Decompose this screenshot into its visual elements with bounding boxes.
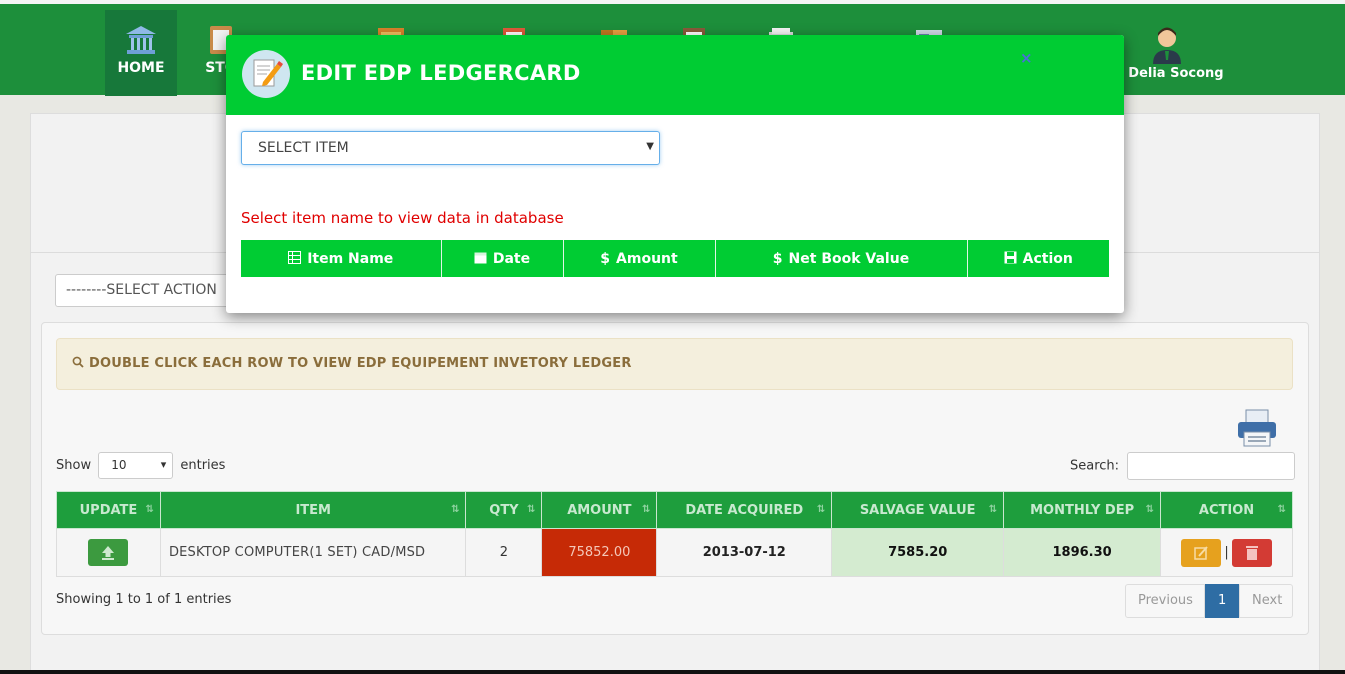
col-qty[interactable]: QTY ⇅ bbox=[465, 491, 543, 529]
item-cell: DESKTOP COMPUTER(1 SET) CAD/MSD bbox=[159, 528, 467, 577]
entries-label: entries bbox=[180, 458, 226, 473]
search-icon bbox=[72, 356, 84, 368]
sort-icon: ⇅ bbox=[816, 504, 826, 515]
sort-icon: ⇅ bbox=[527, 504, 536, 515]
modal-col-net-book-value: $ Net Book Value bbox=[715, 240, 968, 277]
user-name: e, Delia Socong bbox=[1110, 66, 1224, 81]
upload-button[interactable] bbox=[88, 539, 129, 566]
nav-home-label: HOME bbox=[117, 60, 165, 76]
avatar bbox=[1152, 27, 1181, 64]
salvage-value-cell: 7585.20 bbox=[831, 528, 1005, 577]
notice-text: DOUBLE CLICK EACH ROW TO VIEW EDP EQUIPE… bbox=[89, 356, 632, 371]
col-item[interactable]: ITEM ⇅ bbox=[159, 491, 467, 529]
printer-icon[interactable] bbox=[1236, 408, 1278, 448]
bank-icon bbox=[126, 26, 156, 54]
floppy-disk-icon bbox=[1004, 251, 1017, 263]
dollar-icon: $ bbox=[772, 250, 783, 267]
modal-title: EDIT EDP LEDGERCARD bbox=[301, 61, 581, 85]
dollar-icon: $ bbox=[600, 250, 611, 267]
item-select[interactable]: SELECT ITEM ▼ bbox=[241, 131, 660, 165]
sort-icon: ⇅ bbox=[641, 504, 651, 515]
instruction-notice: DOUBLE CLICK EACH ROW TO VIEW EDP EQUIPE… bbox=[56, 338, 1293, 390]
sort-icon: ⇅ bbox=[451, 504, 460, 515]
modal-table: Item Name Date $ Amount $ Net Book Value A… bbox=[241, 240, 1109, 277]
entries-select[interactable]: 10 bbox=[98, 452, 174, 479]
col-salvage-value[interactable]: SALVAGE VALUE ⇅ bbox=[831, 491, 1005, 529]
calendar-icon bbox=[474, 252, 487, 263]
sort-icon: ⇅ bbox=[145, 504, 154, 515]
update-cell bbox=[56, 528, 161, 577]
taskbar-edge bbox=[0, 670, 1345, 674]
table-header-row: UPDATE ⇅ ITEM ⇅ QTY ⇅ AMOUNT ⇅ DATE ACQUIRED… bbox=[56, 491, 1293, 529]
col-action[interactable]: ACTION ⇅ bbox=[1160, 491, 1293, 529]
previous-page-button[interactable]: Previous bbox=[1125, 584, 1205, 618]
qty-cell: 2 bbox=[465, 528, 543, 577]
sort-icon: ⇅ bbox=[1145, 504, 1155, 515]
pagination: Previous 1 Next bbox=[1125, 584, 1293, 618]
col-update[interactable]: UPDATE ⇅ bbox=[56, 491, 161, 529]
modal-col-date: Date bbox=[441, 240, 564, 277]
search-label: Search: bbox=[1070, 458, 1120, 474]
modal-table-header: Item Name Date $ Amount $ Net Book Value A… bbox=[241, 240, 1109, 277]
entries-length-control: Show 10 entries bbox=[56, 452, 225, 479]
show-label: Show bbox=[56, 458, 92, 473]
col-date-acquired[interactable]: DATE ACQUIRED ⇅ bbox=[656, 491, 833, 529]
edit-ledgercard-modal: EDIT EDP LEDGERCARD × SELECT ITEM ▼ Sele… bbox=[226, 35, 1124, 313]
next-page-button[interactable]: Next bbox=[1239, 584, 1293, 618]
sort-icon: ⇅ bbox=[988, 504, 998, 515]
edit-button[interactable] bbox=[1181, 538, 1222, 567]
nav-home[interactable]: HOME bbox=[105, 10, 177, 96]
close-icon[interactable]: × bbox=[1020, 49, 1033, 67]
edit-icon bbox=[1194, 545, 1209, 560]
ledger-table: UPDATE ⇅ ITEM ⇅ QTY ⇅ AMOUNT ⇅ DATE ACQUIRED… bbox=[56, 491, 1293, 577]
amount-cell: 75852.00 bbox=[541, 528, 658, 577]
list-icon bbox=[288, 250, 302, 264]
page-1-button[interactable]: 1 bbox=[1205, 584, 1239, 618]
chevron-down-icon: ▼ bbox=[646, 141, 654, 152]
table-info: Showing 1 to 1 of 1 entries bbox=[56, 592, 232, 607]
sort-icon: ⇅ bbox=[1277, 504, 1286, 515]
table-row[interactable]: DESKTOP COMPUTER(1 SET) CAD/MSD 2 75852.… bbox=[56, 528, 1293, 577]
edit-document-icon bbox=[242, 50, 290, 98]
col-monthly-dep[interactable]: MONTHLY DEP ⇅ bbox=[1003, 491, 1162, 529]
monthly-dep-cell: 1896.30 bbox=[1003, 528, 1162, 577]
action-separator: | bbox=[1224, 545, 1229, 560]
action-cell: | bbox=[1160, 528, 1293, 577]
modal-col-action: Action bbox=[967, 240, 1109, 277]
search-input[interactable] bbox=[1127, 452, 1296, 480]
date-acquired-cell: 2013-07-12 bbox=[656, 528, 833, 577]
upload-icon bbox=[102, 546, 115, 560]
modal-header: EDIT EDP LEDGERCARD × bbox=[226, 35, 1124, 115]
user-menu[interactable]: e, Delia Socong bbox=[1110, 24, 1224, 81]
trash-icon bbox=[1245, 545, 1258, 560]
modal-col-item-name: Item Name bbox=[241, 240, 442, 277]
col-amount[interactable]: AMOUNT ⇅ bbox=[541, 491, 658, 529]
table-search: Search: bbox=[1070, 452, 1296, 480]
modal-col-amount: $ Amount bbox=[563, 240, 716, 277]
modal-hint: Select item name to view data in databas… bbox=[241, 209, 564, 227]
item-select-value: SELECT ITEM bbox=[258, 140, 349, 156]
delete-button[interactable] bbox=[1231, 538, 1272, 567]
